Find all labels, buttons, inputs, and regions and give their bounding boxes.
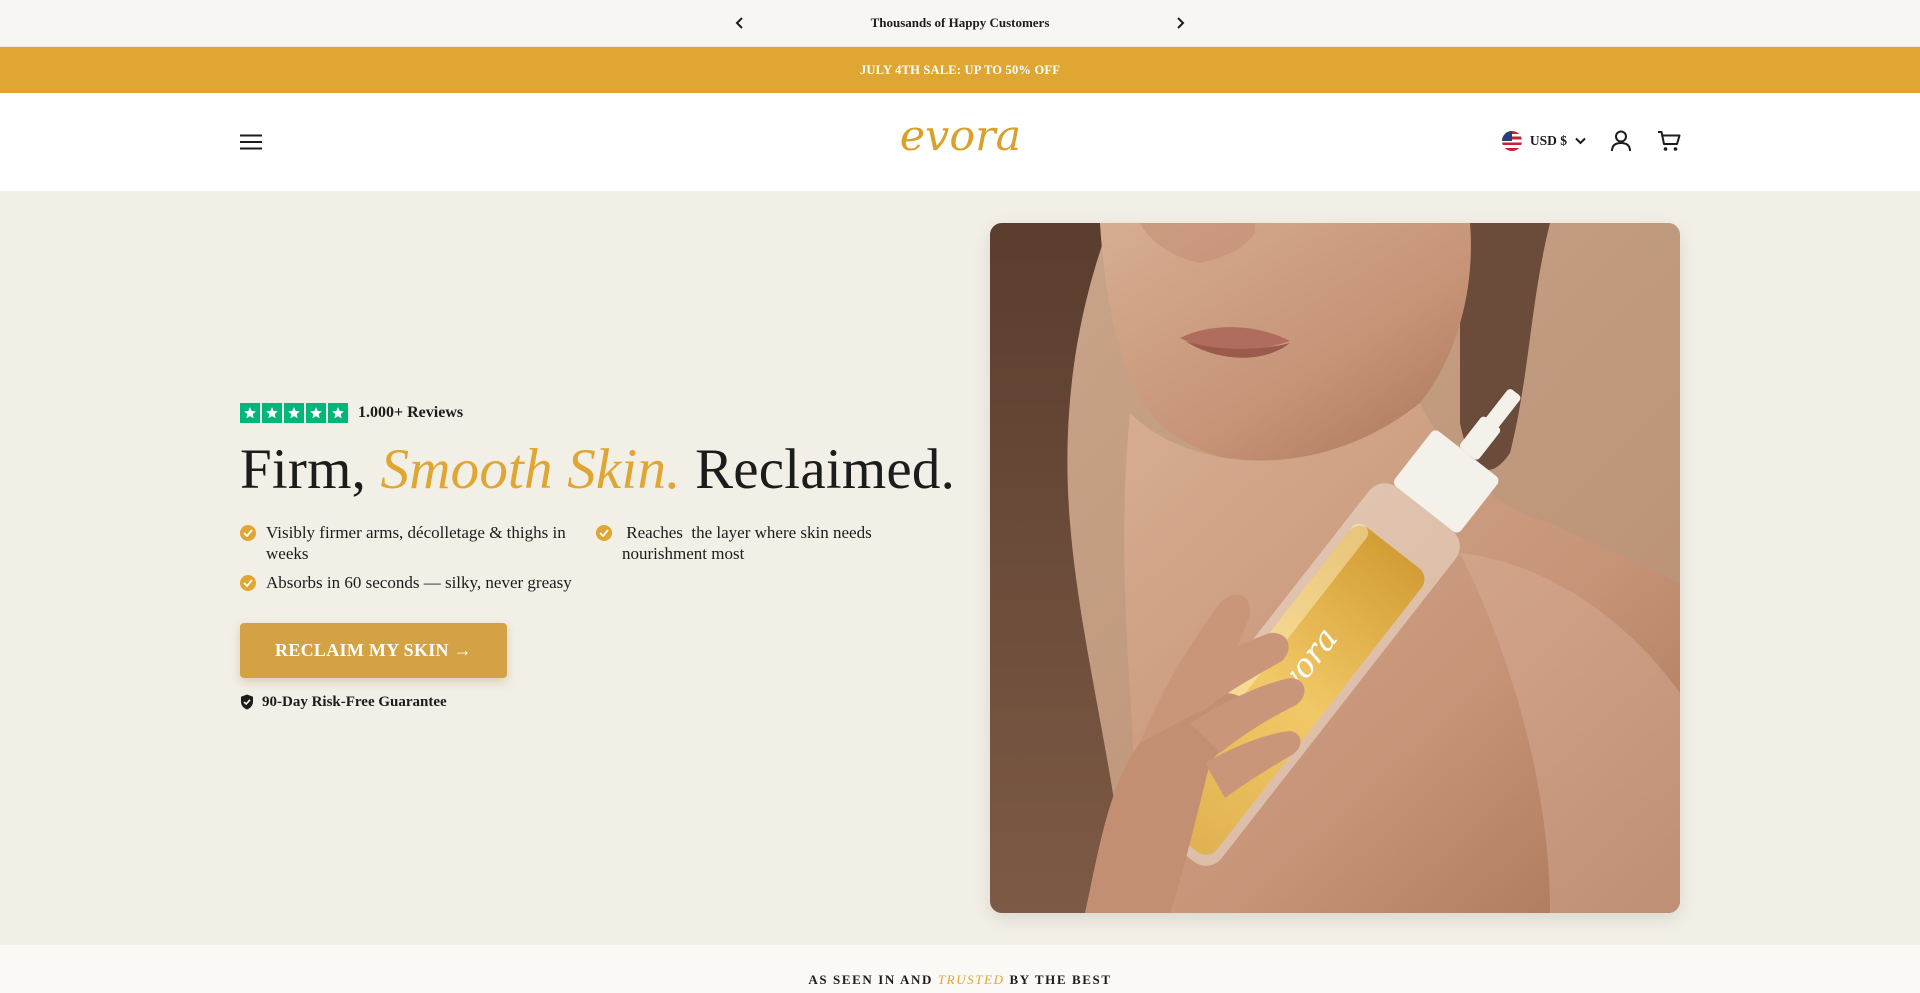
benefit-text: Reaches the layer where skin needs nouri…	[622, 522, 876, 563]
check-circle-icon	[596, 524, 612, 541]
press-title-part2: BY THE BEST	[1009, 972, 1112, 987]
model-with-bottle-illustration: evora	[990, 223, 1680, 913]
user-icon	[1611, 130, 1631, 152]
hero-headline: Firm, Smooth Skin. Reclaimed.	[240, 438, 955, 502]
hero-product-image: evora	[990, 223, 1680, 913]
star-icon	[262, 403, 282, 423]
benefit-item: Absorbs in 60 seconds — silky, never gre…	[240, 572, 596, 593]
benefit-text: Absorbs in 60 seconds — silky, never gre…	[266, 572, 572, 592]
star-icon	[240, 403, 260, 423]
check-circle-icon	[240, 574, 256, 591]
headline-accent: Smooth Skin.	[380, 438, 681, 501]
chevron-left-icon	[735, 17, 743, 29]
cart-button[interactable]	[1656, 128, 1682, 154]
currency-selector[interactable]: USD $	[1501, 131, 1586, 151]
chevron-down-icon	[1575, 137, 1586, 145]
guarantee-row: 90-Day Risk-Free Guarantee	[240, 694, 940, 711]
us-flag-icon	[1501, 131, 1522, 151]
logo-text: evora	[899, 111, 1021, 160]
press-strip: AS SEEN IN AND TRUSTED BY THE BEST	[0, 945, 1920, 993]
rating-row[interactable]: 1.000+ Reviews	[240, 403, 940, 423]
benefit-item: Visibly firmer arms, décolletage & thigh…	[240, 522, 596, 564]
announcement-text: Thousands of Happy Customers	[870, 15, 1050, 30]
review-count: 1.000+ Reviews	[358, 404, 464, 421]
press-title-accent: TRUSTED	[937, 972, 1005, 987]
check-circle-icon	[240, 524, 256, 541]
hero-section: 1.000+ Reviews Firm, Smooth Skin. Reclai…	[0, 191, 1920, 945]
sale-banner-text: JULY 4TH SALE: UP TO 50% OFF	[859, 62, 1061, 77]
chevron-right-icon	[1177, 17, 1185, 29]
star-icon	[306, 403, 326, 423]
benefits-list: Visibly firmer arms, décolletage & thigh…	[240, 522, 940, 593]
benefit-item: Reaches the layer where skin needs nouri…	[596, 522, 926, 564]
headline-part2: Reclaimed.	[695, 438, 956, 501]
press-title: AS SEEN IN AND TRUSTED BY THE BEST	[0, 972, 1920, 988]
currency-label: USD $	[1529, 133, 1567, 148]
shield-check-icon	[241, 694, 253, 710]
account-button[interactable]	[1608, 128, 1634, 154]
benefit-text: Visibly firmer arms, décolletage & thigh…	[266, 522, 566, 563]
press-title-part1: AS SEEN IN AND	[808, 972, 933, 987]
guarantee-text: 90-Day Risk-Free Guarantee	[262, 693, 447, 710]
announcement-bar: Thousands of Happy Customers	[0, 0, 1920, 47]
star-icon	[328, 403, 348, 423]
site-header: evora USD $	[0, 93, 1920, 191]
sale-banner[interactable]: JULY 4TH SALE: UP TO 50% OFF	[0, 47, 1920, 93]
prev-announcement-button[interactable]	[730, 13, 750, 33]
hero-content: 1.000+ Reviews Firm, Smooth Skin. Reclai…	[240, 403, 955, 711]
reclaim-my-skin-button[interactable]: RECLAIM MY SKIN →	[240, 622, 507, 678]
star-icon	[284, 403, 304, 423]
headline-part1: Firm,	[240, 438, 367, 501]
trustpilot-stars	[240, 403, 348, 423]
cart-icon	[1658, 131, 1681, 151]
next-announcement-button[interactable]	[1170, 13, 1190, 33]
